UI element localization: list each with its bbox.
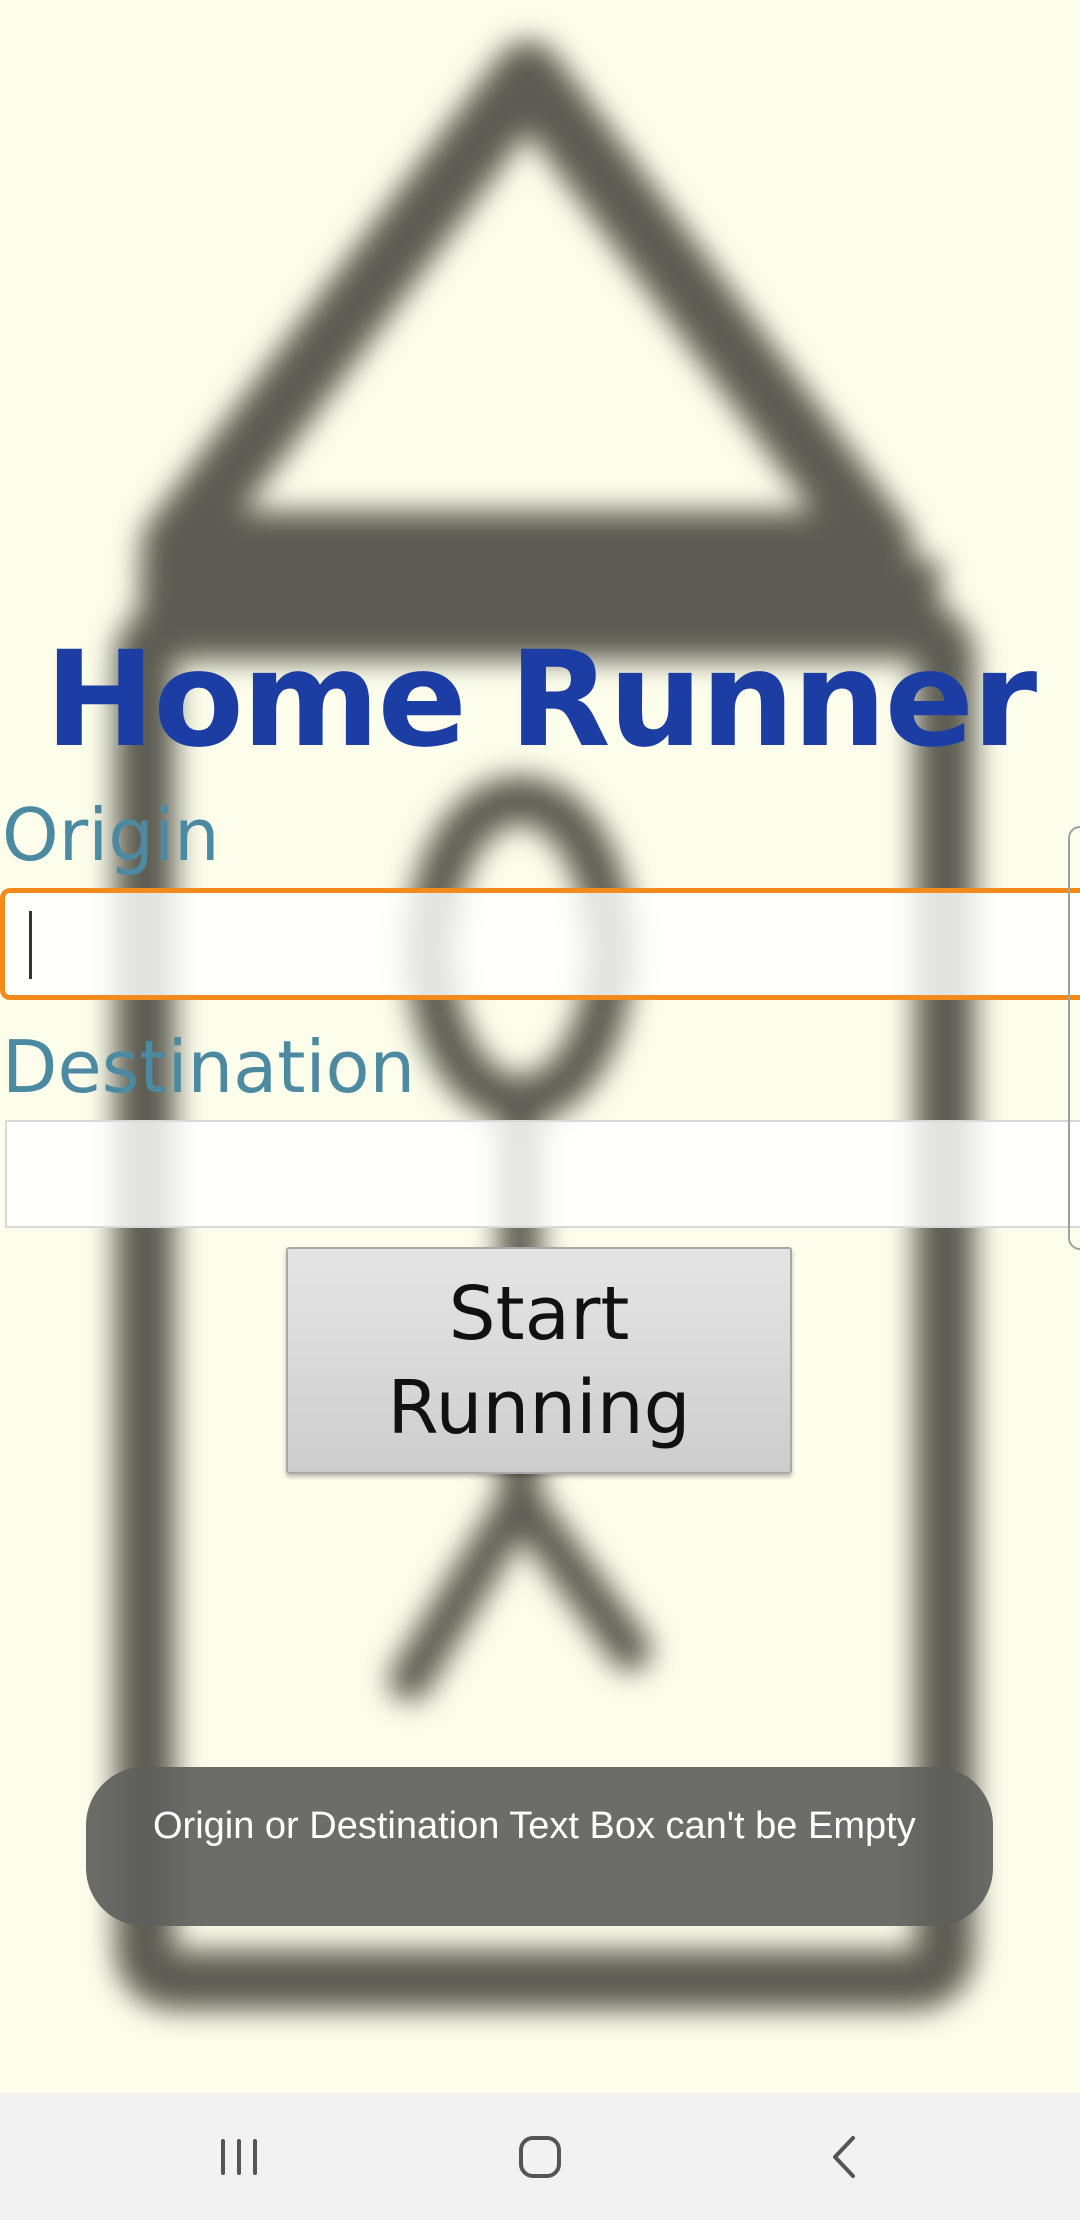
origin-input[interactable] (0, 888, 1080, 1000)
app-title: Home Runner (44, 623, 1037, 777)
destination-input[interactable] (5, 1120, 1080, 1228)
app-screen: Home Runner Origin Destination Start Run… (0, 0, 1080, 2093)
recents-icon (221, 2138, 257, 2175)
destination-label: Destination (2, 1025, 416, 1109)
toast-text: Origin or Destination Text Box can't be … (153, 1805, 916, 1847)
back-icon (833, 2135, 855, 2178)
recents-button[interactable] (159, 2093, 319, 2220)
toast-message: Origin or Destination Text Box can't be … (86, 1767, 993, 1926)
back-button[interactable] (764, 2093, 924, 2220)
home-icon (519, 2135, 561, 2178)
origin-label: Origin (2, 793, 220, 877)
start-running-button-label: Start Running (387, 1270, 691, 1451)
system-navigation-bar (0, 2093, 1080, 2220)
start-running-button[interactable]: Start Running (286, 1247, 792, 1474)
home-button[interactable] (460, 2093, 620, 2220)
edge-panel-handle[interactable] (1068, 826, 1080, 1250)
text-cursor (29, 911, 32, 979)
